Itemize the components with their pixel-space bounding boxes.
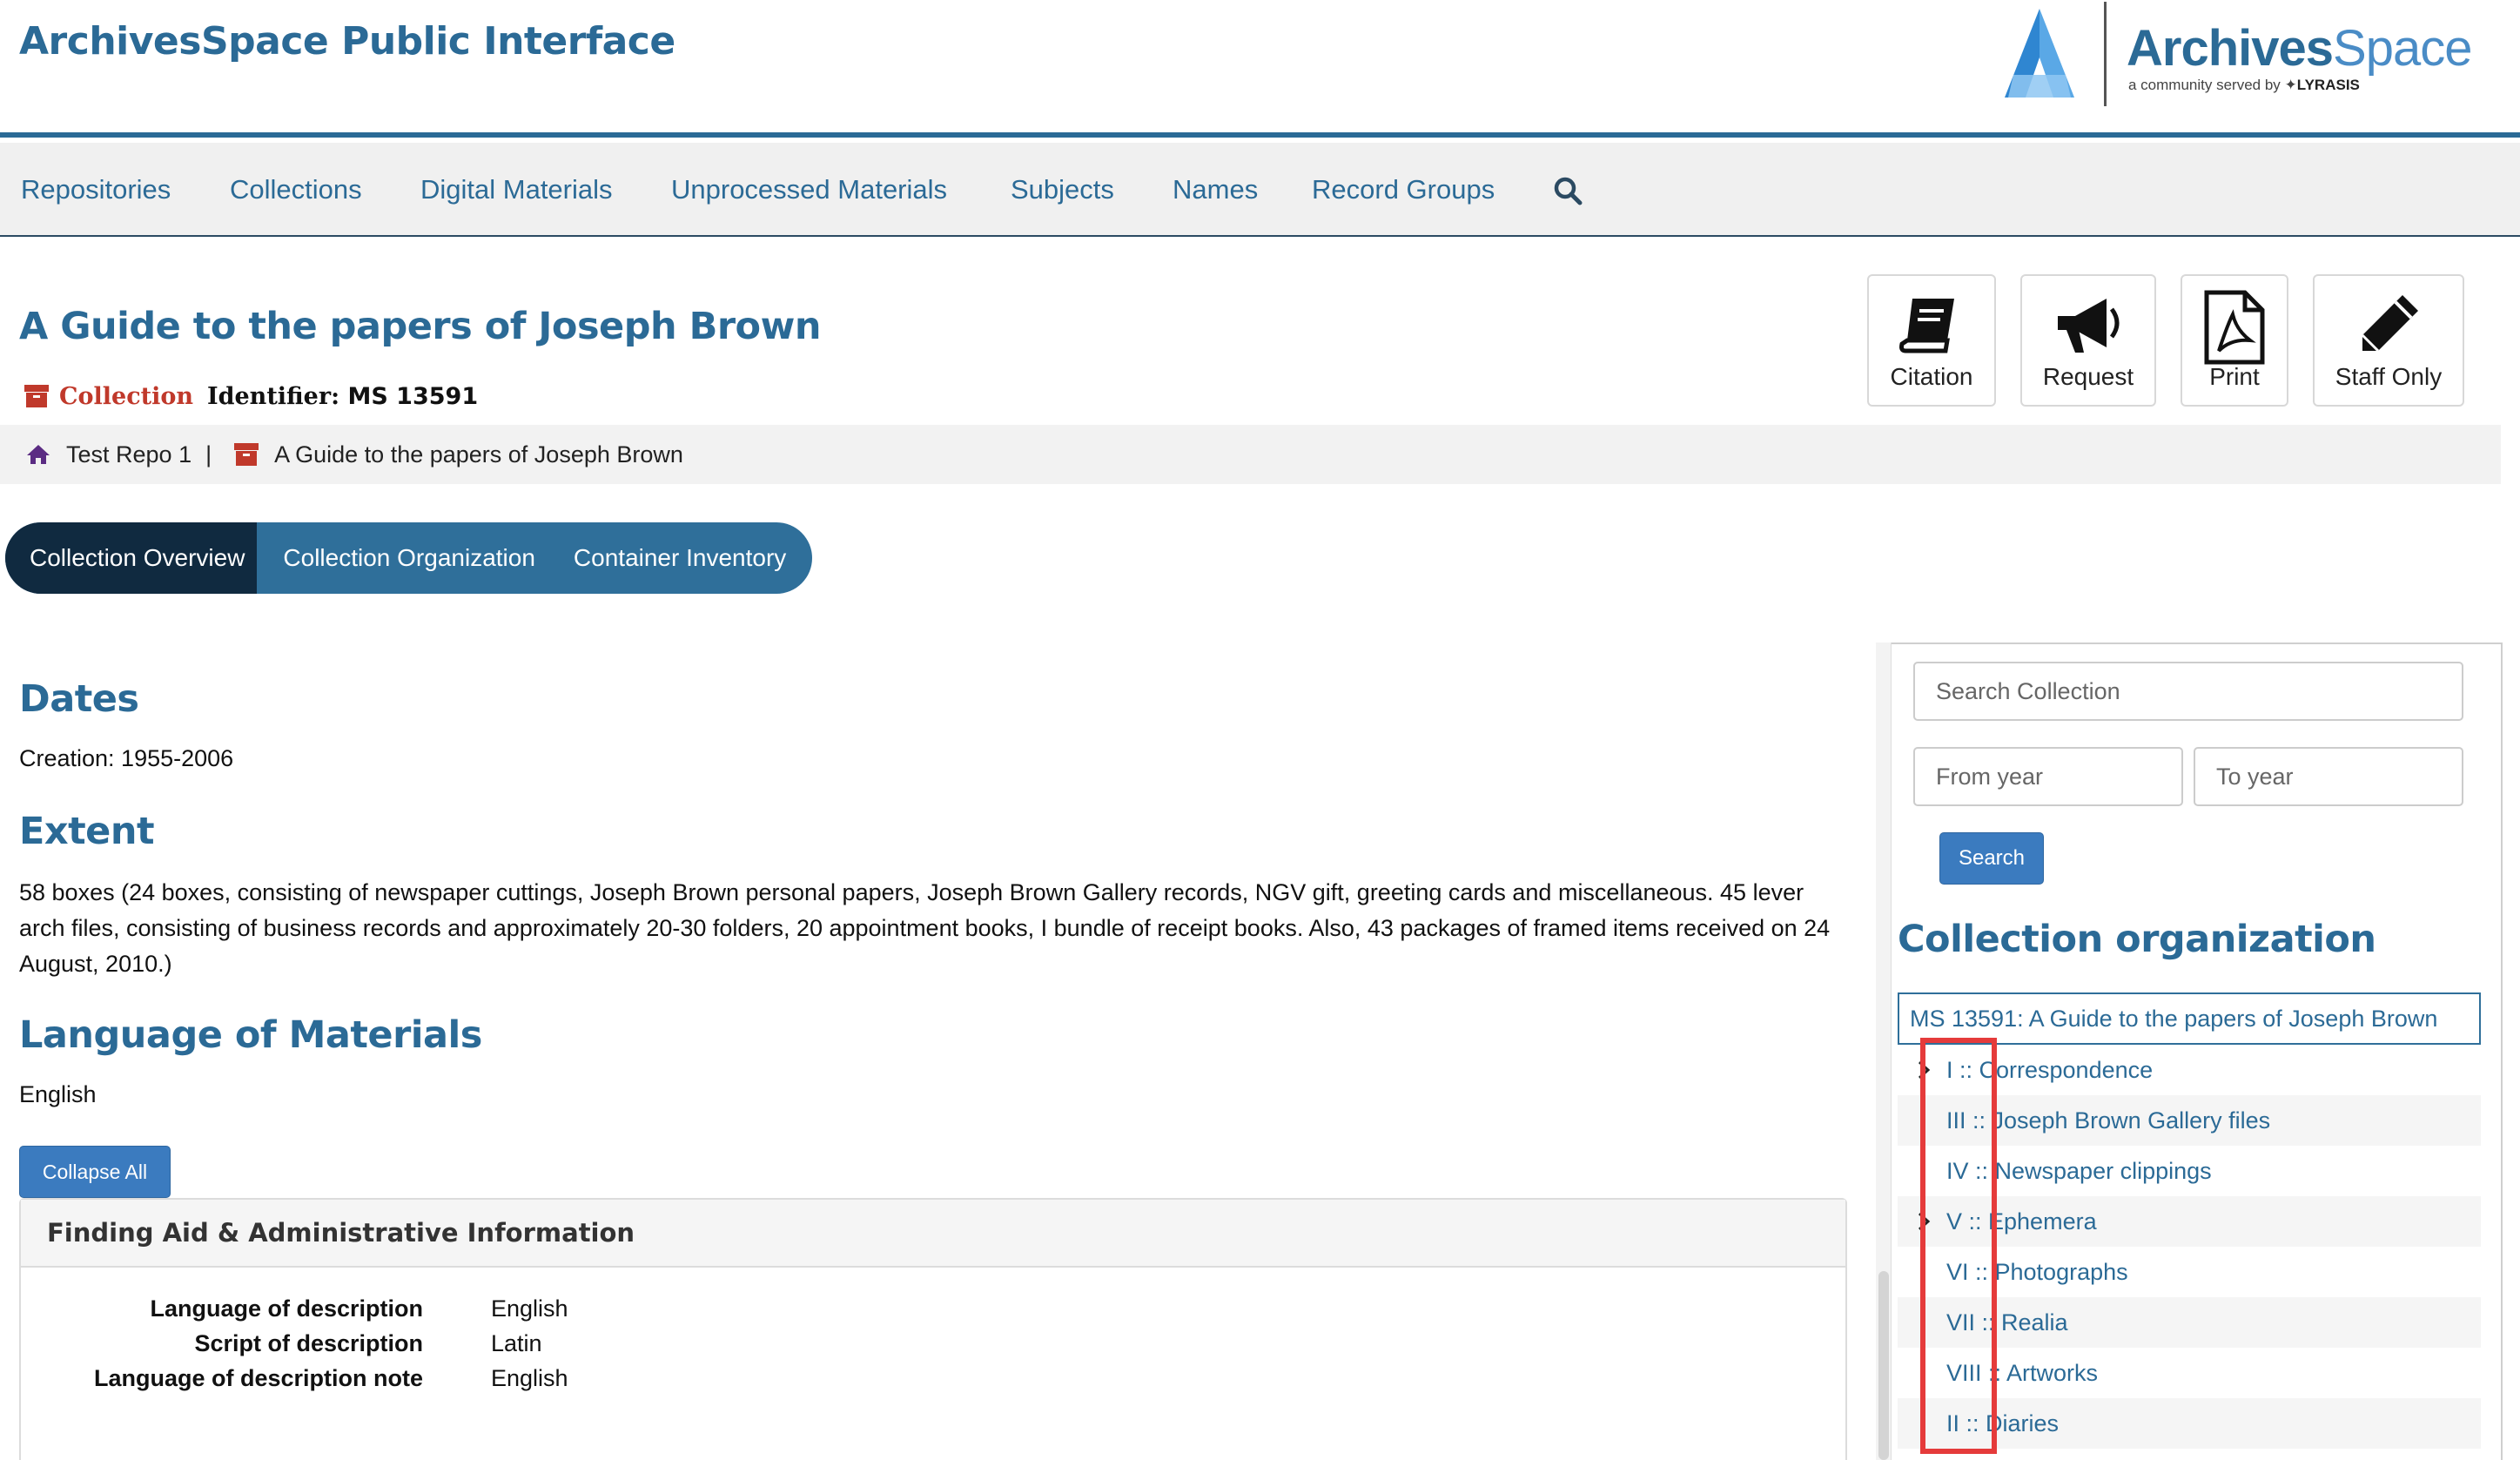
page-title: A Guide to the papers of Joseph Brown	[19, 305, 821, 348]
nav-digital-materials[interactable]: Digital Materials	[420, 174, 613, 205]
extent-heading: Extent	[19, 810, 155, 853]
record-type-label: Collection	[59, 382, 193, 410]
tree-root-item[interactable]: MS 13591: A Guide to the papers of Josep…	[1898, 992, 2481, 1045]
collection-organization-heading: Collection organization	[1898, 918, 2376, 961]
pencil-icon	[2361, 295, 2418, 353]
chevron-right-icon[interactable]	[1917, 1212, 1931, 1231]
logo-tagline: a community served by ✦LYRASIS	[2128, 77, 2360, 93]
citation-button[interactable]: Citation	[1867, 274, 1996, 407]
archive-box-icon	[24, 385, 49, 407]
collection-tree: I :: Correspondence III :: Joseph Brown …	[1898, 1045, 2481, 1449]
tree-item[interactable]: IV :: Newspaper clippings	[1898, 1146, 2481, 1196]
logo-divider	[2104, 2, 2107, 106]
dates-heading: Dates	[19, 677, 139, 721]
identifier-value: MS 13591	[347, 383, 479, 410]
chevron-right-icon[interactable]	[1917, 1060, 1931, 1080]
breadcrumb-repo[interactable]: Test Repo 1	[66, 441, 192, 468]
tab-container-inventory[interactable]: Container Inventory	[554, 522, 812, 594]
language-heading: Language of Materials	[19, 1013, 482, 1057]
archivesspace-logo[interactable]: ArchivesSpace a community served by ✦LYR…	[1987, 2, 2475, 108]
nav-subjects[interactable]: Subjects	[1011, 174, 1114, 205]
finding-aid-heading[interactable]: Finding Aid & Administrative Information	[21, 1200, 1845, 1268]
sidebar-scrollbar-thumb[interactable]	[1878, 1271, 1889, 1460]
tree-item[interactable]: III :: Joseph Brown Gallery files	[1898, 1095, 2481, 1146]
nav-record-groups[interactable]: Record Groups	[1312, 174, 1495, 205]
tree-item[interactable]: V :: Ephemera	[1898, 1196, 2481, 1247]
archivesspace-a-logo-icon	[2005, 9, 2074, 98]
tree-item[interactable]: I :: Correspondence	[1898, 1045, 2481, 1095]
collapse-all-button[interactable]: Collapse All	[19, 1146, 171, 1198]
pdf-file-icon	[2204, 290, 2265, 365]
from-year-input[interactable]	[1913, 747, 2183, 806]
breadcrumb: Test Repo 1 | A Guide to the papers of J…	[0, 425, 2501, 484]
site-header: ArchivesSpace Public Interface ArchivesS…	[0, 0, 2520, 138]
nav-unprocessed-materials[interactable]: Unprocessed Materials	[671, 174, 947, 205]
nav-repositories[interactable]: Repositories	[21, 174, 171, 205]
identifier-label: Identifier:	[207, 383, 340, 410]
search-button[interactable]: Search	[1939, 832, 2044, 885]
megaphone-icon	[2058, 299, 2120, 353]
language-text: English	[19, 1081, 97, 1107]
print-button[interactable]: Print	[2181, 274, 2288, 407]
tree-item[interactable]: VIII :: Artworks	[1898, 1348, 2481, 1398]
dates-text: Creation: 1955-2006	[19, 745, 234, 771]
archive-box-icon	[234, 443, 259, 466]
tab-collection-overview[interactable]: Collection Overview	[5, 522, 258, 594]
logo-wordmark: ArchivesSpace	[2127, 20, 2473, 77]
identifier: Identifier: MS 13591	[207, 383, 478, 410]
tree-item[interactable]: VII :: Realia	[1898, 1297, 2481, 1348]
search-icon[interactable]	[1553, 176, 1583, 205]
staff-only-button[interactable]: Staff Only	[2313, 274, 2464, 407]
book-icon	[1899, 299, 1954, 353]
breadcrumb-current[interactable]: A Guide to the papers of Joseph Brown	[274, 441, 683, 468]
tab-collection-organization[interactable]: Collection Organization	[257, 522, 554, 594]
request-button[interactable]: Request	[2020, 274, 2156, 407]
finding-aid-row: Language of description English	[150, 1295, 568, 1322]
search-collection-input[interactable]	[1913, 662, 2463, 721]
collection-tabs: Collection Overview Collection Organizat…	[5, 522, 813, 594]
site-title[interactable]: ArchivesSpace Public Interface	[19, 19, 675, 64]
record-type: Collection	[24, 381, 193, 411]
tree-item[interactable]: VI :: Photographs	[1898, 1247, 2481, 1297]
tree-item[interactable]: II :: Diaries	[1898, 1398, 2481, 1449]
extent-text: 58 boxes (24 boxes, consisting of newspa…	[19, 879, 1831, 977]
nav-collections[interactable]: Collections	[230, 174, 362, 205]
home-icon	[27, 445, 50, 464]
breadcrumb-separator: |	[205, 441, 212, 468]
to-year-input[interactable]	[2194, 747, 2463, 806]
nav-names[interactable]: Names	[1173, 174, 1258, 205]
main-nav: Repositories Collections Digital Materia…	[0, 143, 2520, 237]
finding-aid-row: Script of description Latin	[194, 1330, 542, 1356]
finding-aid-panel: Finding Aid & Administrative Information…	[19, 1198, 1847, 1460]
finding-aid-row: Language of description note English	[93, 1365, 568, 1391]
